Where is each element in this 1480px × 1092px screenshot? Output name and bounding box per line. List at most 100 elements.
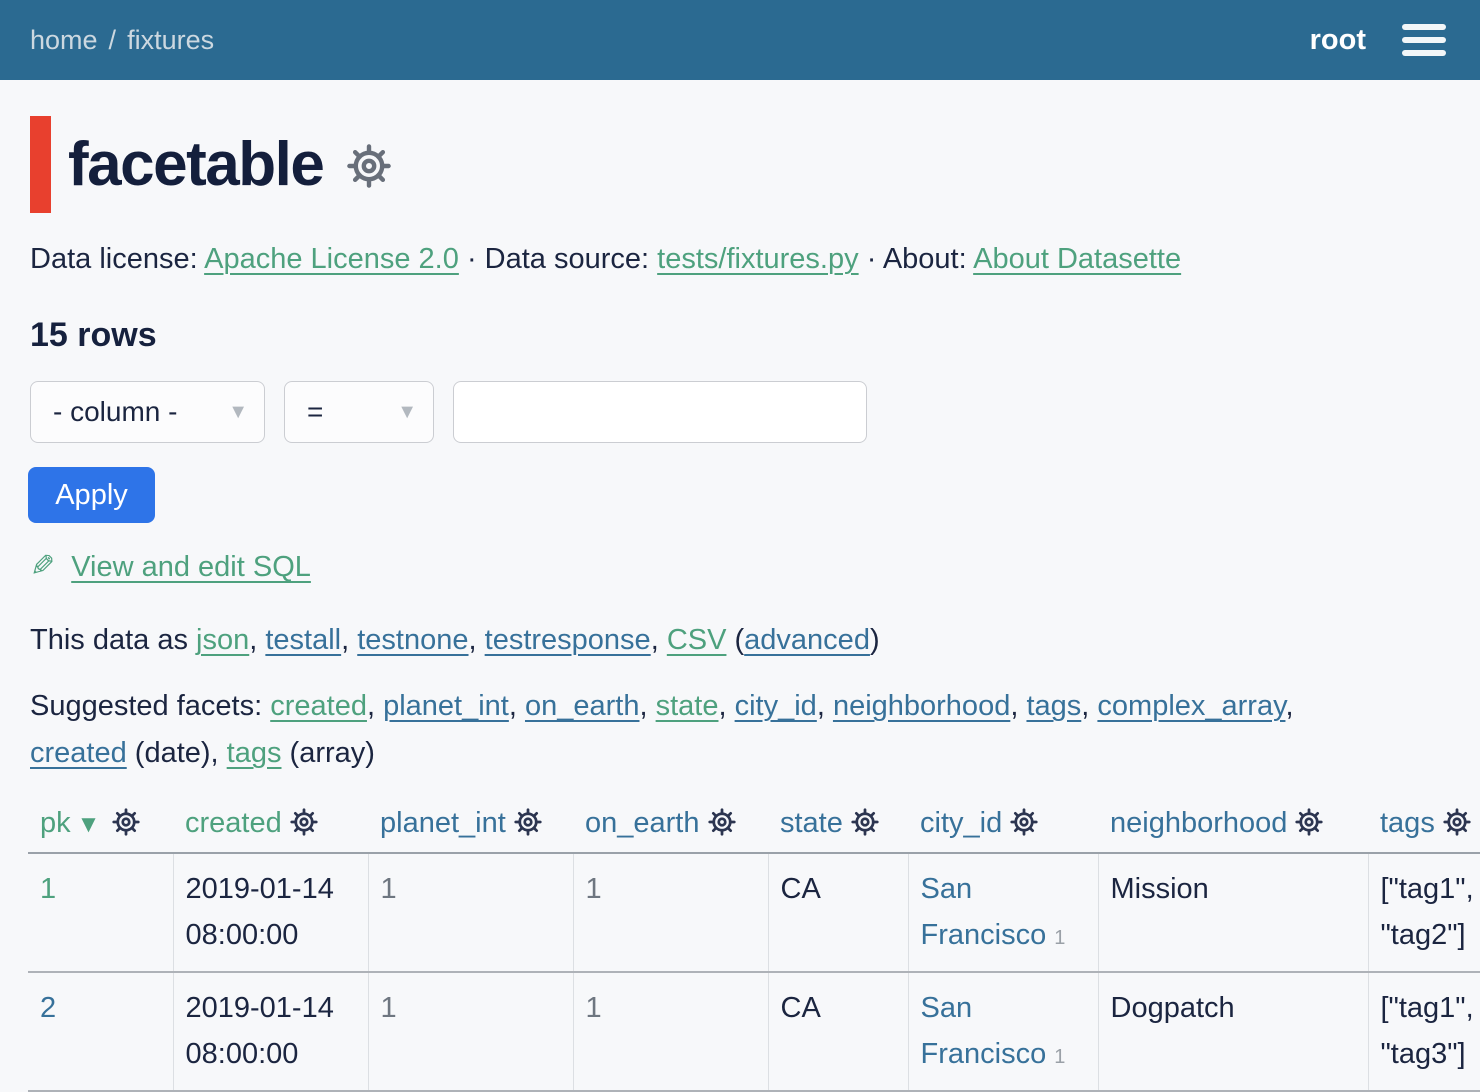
cell-neighborhood: Mission (1098, 853, 1368, 972)
sort-created-link[interactable]: created (185, 807, 282, 839)
facet-link-state[interactable]: state (656, 690, 719, 722)
column-header-tags: tags (1368, 801, 1480, 853)
top-nav: home / fixtures root (0, 0, 1480, 80)
column-gear-icon[interactable] (1009, 807, 1039, 839)
facet-link-created[interactable]: created (270, 690, 367, 722)
export-links-line: This data as json, testall, testnone, te… (30, 624, 1450, 657)
view-edit-sql-link[interactable]: View and edit SQL (71, 551, 311, 583)
chevron-down-icon: ▼ (228, 401, 248, 424)
facet-link-created-date[interactable]: created (30, 737, 127, 769)
logged-in-user-link[interactable]: root (1310, 24, 1366, 57)
column-gear-icon[interactable] (289, 807, 319, 839)
column-gear-icon[interactable] (1294, 807, 1324, 839)
facet-separator: , (1081, 690, 1097, 722)
row-pk-link[interactable]: 1 (40, 873, 56, 905)
export-link-testresponse[interactable]: testresponse (485, 624, 651, 656)
cell-city-id: San Francisco1 (908, 853, 1098, 972)
export-link-testnone[interactable]: testnone (357, 624, 468, 656)
sort-planet-int-link[interactable]: planet_int (380, 807, 506, 839)
column-gear-icon[interactable] (1442, 807, 1472, 839)
table-actions-gear-icon[interactable] (345, 142, 393, 195)
sort-state-link[interactable]: state (780, 807, 843, 839)
page-title: facetable (68, 129, 323, 200)
license-link[interactable]: Apache License 2.0 (204, 243, 459, 275)
export-link-json[interactable]: json (196, 624, 249, 656)
cell-tags: ["tag1", "tag2"] (1368, 853, 1480, 972)
filter-operator-select[interactable]: = ▼ (284, 381, 434, 443)
cell-tags: ["tag1", "tag3"] (1368, 972, 1480, 1091)
about-link[interactable]: About Datasette (973, 243, 1181, 275)
city-link[interactable]: San Francisco (921, 992, 1047, 1070)
export-link-advanced[interactable]: advanced (744, 624, 870, 656)
hamburger-bar (1402, 50, 1446, 56)
filter-operator-value: = (307, 396, 323, 428)
column-gear-icon[interactable] (111, 807, 141, 839)
column-gear-icon[interactable] (707, 807, 737, 839)
export-link-csv[interactable]: CSV (667, 624, 727, 656)
column-gear-icon[interactable] (850, 807, 880, 839)
facet-separator: , (367, 690, 383, 722)
cell-planet-int: 1 (368, 972, 573, 1091)
facet-link-on-earth[interactable]: on_earth (525, 690, 640, 722)
title-accent-bar (30, 116, 51, 213)
meta-dot: · (467, 243, 477, 275)
apply-button[interactable]: Apply (28, 467, 155, 523)
meta-dot: · (867, 243, 877, 275)
facet-link-complex-array[interactable]: complex_array (1097, 690, 1285, 722)
column-header-neighborhood: neighborhood (1098, 801, 1368, 853)
license-label: Data license: (30, 243, 198, 275)
row-pk-link[interactable]: 2 (40, 992, 56, 1024)
sql-edit-line: ✎ View and edit SQL (30, 549, 1450, 584)
cell-created: 2019-01-14 08:00:00 (173, 853, 368, 972)
hamburger-bar (1402, 37, 1446, 43)
facet-link-tags[interactable]: tags (1026, 690, 1081, 722)
facet-separator: , (1285, 690, 1293, 722)
hamburger-icon (1402, 24, 1446, 30)
cell-planet-int: 1 (368, 853, 573, 972)
nav-right: root (1310, 24, 1446, 57)
export-separator: , (469, 624, 485, 656)
cell-pk: 2 (28, 972, 173, 1091)
column-header-city-id: city_id (908, 801, 1098, 853)
sort-neighborhood-link[interactable]: neighborhood (1110, 807, 1287, 839)
data-table: pk▼ created planet_int on_earth state ci… (28, 801, 1480, 1092)
nav-menu-button[interactable] (1402, 24, 1446, 56)
facet-link-city-id[interactable]: city_id (735, 690, 817, 722)
breadcrumb-separator: / (109, 25, 117, 56)
filter-value-input[interactable] (453, 381, 867, 443)
sort-pk-link[interactable]: pk (40, 807, 71, 839)
sort-tags-link[interactable]: tags (1380, 807, 1435, 839)
chevron-down-icon: ▼ (397, 401, 417, 424)
export-close-paren: ) (870, 624, 880, 656)
export-separator: , (341, 624, 357, 656)
filter-column-value: - column - (53, 396, 177, 428)
filter-column-select[interactable]: - column - ▼ (30, 381, 265, 443)
breadcrumb-home-link[interactable]: home (30, 25, 98, 56)
table-row: 2 2019-01-14 08:00:00 1 1 CA San Francis… (28, 972, 1480, 1091)
cell-city-id: San Francisco 1 (908, 972, 1098, 1091)
breadcrumb-table-link[interactable]: fixtures (127, 25, 214, 56)
source-link[interactable]: tests/fixtures.py (657, 243, 858, 275)
cell-on-earth: 1 (573, 972, 768, 1091)
cell-state: CA (768, 972, 908, 1091)
sort-city-id-link[interactable]: city_id (920, 807, 1002, 839)
column-header-state: state (768, 801, 908, 853)
sort-on-earth-link[interactable]: on_earth (585, 807, 700, 839)
column-gear-icon[interactable] (513, 807, 543, 839)
facet-suffix: (date), (127, 737, 227, 769)
column-header-on-earth: on_earth (573, 801, 768, 853)
column-header-created: created (173, 801, 368, 853)
city-link[interactable]: San Francisco (921, 873, 1047, 951)
export-link-testall[interactable]: testall (265, 624, 341, 656)
pencil-icon: ✎ (30, 549, 55, 584)
facet-link-tags-array[interactable]: tags (227, 737, 282, 769)
facet-link-planet-int[interactable]: planet_int (383, 690, 509, 722)
facet-separator: , (817, 690, 833, 722)
sort-desc-icon: ▼ (77, 811, 101, 838)
row-count-heading: 15 rows (30, 316, 1450, 355)
export-separator: ( (726, 624, 744, 656)
cell-pk: 1 (28, 853, 173, 972)
foreign-key-count: 1 (1054, 1046, 1065, 1068)
facet-suffix: (array) (282, 737, 375, 769)
facet-link-neighborhood[interactable]: neighborhood (833, 690, 1010, 722)
